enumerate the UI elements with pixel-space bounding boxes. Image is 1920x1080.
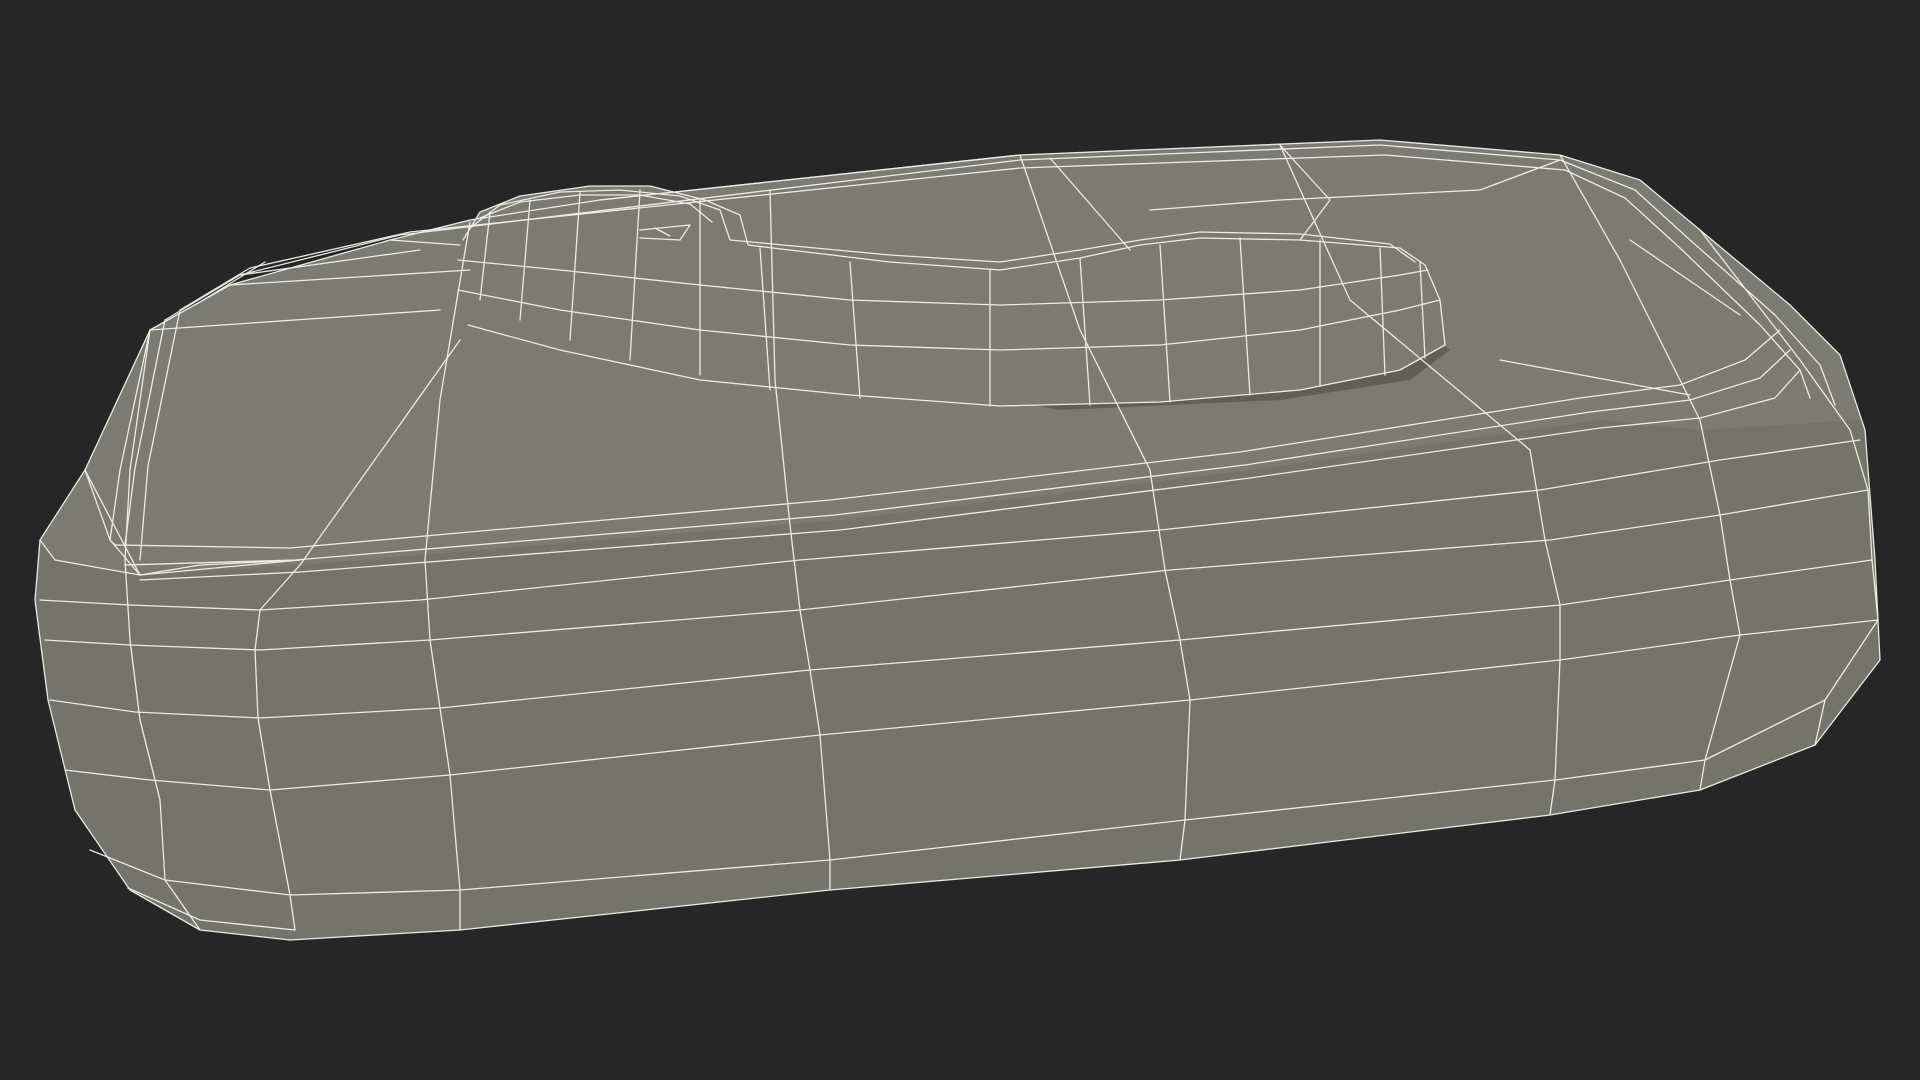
3d-viewport[interactable] (0, 0, 1920, 1080)
mesh-render (0, 0, 1920, 1080)
